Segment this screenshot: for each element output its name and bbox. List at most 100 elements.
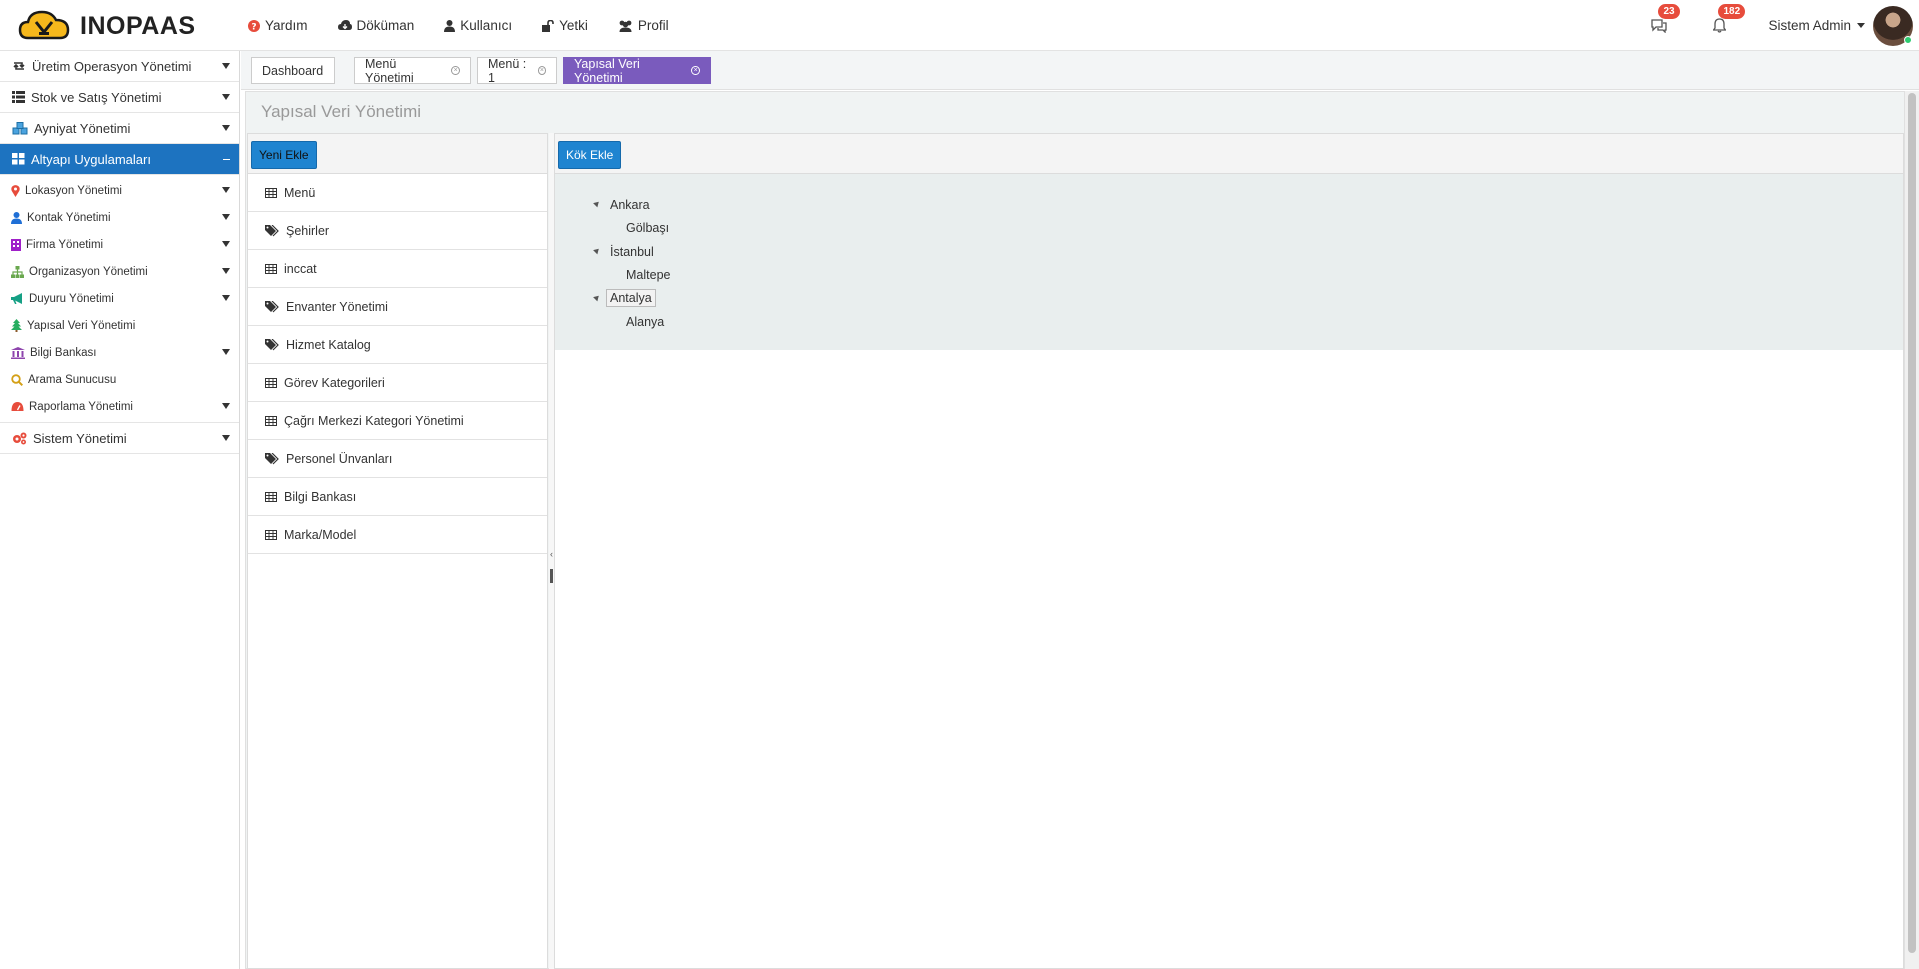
tree-node[interactable]: İstanbul: [610, 245, 654, 259]
bullhorn-icon: [11, 292, 22, 304]
vertical-scrollbar[interactable]: [1905, 91, 1919, 969]
nav-document-label: Döküman: [356, 18, 415, 33]
list-item-label: Görev Kategorileri: [284, 375, 385, 390]
sidebar-item-knowledge-base[interactable]: Bilgi Bankası: [0, 339, 239, 366]
tree-expand-icon[interactable]: [593, 246, 601, 255]
sidebar-item-organization[interactable]: Organizasyon Yönetimi: [0, 258, 239, 285]
sidebar-item-label: Üretim Operasyon Yönetimi: [32, 58, 192, 74]
tree-node-selected[interactable]: Antalya: [606, 289, 656, 307]
nav-help[interactable]: ? Yardım: [248, 18, 308, 33]
tree-view: Ankara Gölbaşı İstanbul Maltepe Antalya …: [555, 174, 1903, 350]
tree-node-child[interactable]: Maltepe: [626, 268, 670, 282]
sidebar-item-contact[interactable]: Kontak Yönetimi: [0, 204, 239, 231]
chevron-down-icon: [222, 125, 230, 131]
table-icon: [265, 263, 277, 274]
top-right: 23 182 Sistem Admin: [1648, 0, 1919, 51]
sidebar-item-stock[interactable]: Stok ve Satış Yönetimi: [0, 82, 239, 113]
list-item-inccat[interactable]: inccat: [248, 250, 547, 288]
sidebar-item-search-server[interactable]: Arama Sunucusu: [0, 366, 239, 393]
sidebar-item-announcement[interactable]: Duyuru Yönetimi: [0, 285, 239, 312]
list-item-label: Personel Ünvanları: [286, 451, 393, 466]
sidebar-item-label: Duyuru Yönetimi: [29, 292, 114, 305]
tree-expand-icon[interactable]: [593, 199, 601, 208]
nav-user[interactable]: Kullanıcı: [444, 18, 512, 33]
search-icon: [11, 373, 23, 386]
scrollbar-thumb[interactable]: [1908, 93, 1916, 953]
sidebar-item-label: Bilgi Bankası: [30, 346, 97, 359]
messages-button[interactable]: 23: [1648, 3, 1680, 37]
nav-document[interactable]: Döküman: [337, 18, 415, 33]
splitter-handle[interactable]: [550, 569, 553, 583]
tab-label: Dashboard: [262, 63, 324, 78]
sidebar-item-structured-data[interactable]: Yapısal Veri Yönetimi: [0, 312, 239, 339]
tab-label: Menü Yönetimi: [365, 56, 414, 85]
nav-permission[interactable]: Yetki: [542, 18, 588, 33]
data-type-panel: Yeni Ekle Menü Şehirler inccat Envanter …: [247, 133, 548, 969]
sidebar-item-company[interactable]: Firma Yönetimi: [0, 231, 239, 258]
bell-icon: [1712, 18, 1726, 33]
list-item-service-catalog[interactable]: Hizmet Katalog: [248, 326, 547, 364]
tree-panel: Kök Ekle Ankara Gölbaşı İstanbul Maltepe…: [554, 133, 1904, 969]
list-item-brand-model[interactable]: Marka/Model: [248, 516, 547, 554]
sidebar-item-label: Stok ve Satış Yönetimi: [31, 89, 162, 105]
close-icon[interactable]: ×: [451, 66, 460, 75]
sidebar-item-infrastructure[interactable]: Altyapı Uygulamaları: [0, 144, 239, 175]
tree-node-child[interactable]: Alanya: [626, 315, 664, 329]
list-item-label: Menü: [284, 185, 316, 200]
list-item-label: Hizmet Katalog: [286, 337, 371, 352]
sidebar-item-label: Firma Yönetimi: [26, 238, 104, 251]
tree-node-child[interactable]: Gölbaşı: [626, 221, 669, 235]
tab-menu-management[interactable]: Menü Yönetimi ×: [354, 56, 471, 85]
sidebar-item-label: Lokasyon Yönetimi: [25, 184, 122, 197]
alerts-badge: 182: [1718, 3, 1746, 19]
cloud-download-icon: [337, 19, 352, 30]
list-item-knowledge-base[interactable]: Bilgi Bankası: [248, 478, 547, 516]
tab-menu-1[interactable]: Menü : 1 ×: [477, 56, 557, 85]
online-status-icon: [1904, 35, 1912, 44]
chevron-left-icon[interactable]: ‹: [550, 549, 553, 559]
user-name: Sistem Admin: [1768, 18, 1851, 33]
user-menu[interactable]: Sistem Admin: [1768, 18, 1865, 33]
grid-icon: [12, 153, 25, 165]
close-icon[interactable]: ×: [691, 66, 700, 75]
list-item-label: Envanter Yönetimi: [286, 299, 388, 314]
tab-dashboard[interactable]: Dashboard: [251, 57, 335, 84]
sidebar-item-label: Raporlama Yönetimi: [29, 400, 133, 413]
tab-label: Yapısal Veri Yönetimi: [574, 56, 640, 85]
add-root-button[interactable]: Kök Ekle: [558, 141, 622, 169]
list-item-task-categories[interactable]: Görev Kategorileri: [248, 364, 547, 402]
logo[interactable]: INOPAAS: [18, 8, 196, 44]
building-icon: [11, 238, 21, 251]
user-icon: [11, 211, 22, 224]
close-icon[interactable]: ×: [537, 66, 546, 75]
sidebar-item-production[interactable]: Üretim Operasyon Yönetimi: [0, 51, 239, 82]
tags-icon: [265, 300, 279, 312]
tree-node[interactable]: Ankara: [610, 198, 650, 212]
tree-expand-icon[interactable]: [593, 293, 601, 302]
list-item-inventory[interactable]: Envanter Yönetimi: [248, 288, 547, 326]
table-icon: [265, 187, 277, 198]
bank-icon: [11, 346, 25, 359]
tab-structured-data[interactable]: Yapısal Veri Yönetimi ×: [563, 56, 711, 85]
sidebar-item-reporting[interactable]: Raporlama Yönetimi: [0, 393, 239, 420]
list-item-menu[interactable]: Menü: [248, 174, 547, 212]
messages-badge: 23: [1658, 3, 1680, 19]
nav-help-label: Yardım: [265, 18, 308, 33]
list-item-cities[interactable]: Şehirler: [248, 212, 547, 250]
nav-profile[interactable]: Profil: [618, 18, 669, 33]
table-icon: [265, 491, 277, 502]
avatar[interactable]: [1873, 5, 1913, 46]
tree-icon: [11, 319, 22, 332]
add-new-button[interactable]: Yeni Ekle: [251, 141, 317, 169]
list-item-staff-titles[interactable]: Personel Ünvanları: [248, 440, 547, 478]
tab-bar: Dashboard Menü Yönetimi × Menü : 1 × Yap…: [241, 51, 1919, 90]
list-item-call-center-categories[interactable]: Çağrı Merkezi Kategori Yönetimi: [248, 402, 547, 440]
alerts-button[interactable]: 182: [1708, 3, 1746, 37]
sidebar-item-inventory[interactable]: Ayniyat Yönetimi: [0, 113, 239, 144]
chevron-down-icon: [222, 187, 230, 193]
users-icon: [619, 20, 632, 32]
tab-label: Menü : 1: [488, 56, 527, 85]
sidebar-item-system[interactable]: Sistem Yönetimi: [0, 423, 239, 454]
svg-text:?: ?: [251, 22, 256, 32]
sidebar-item-location[interactable]: Lokasyon Yönetimi: [0, 177, 239, 204]
